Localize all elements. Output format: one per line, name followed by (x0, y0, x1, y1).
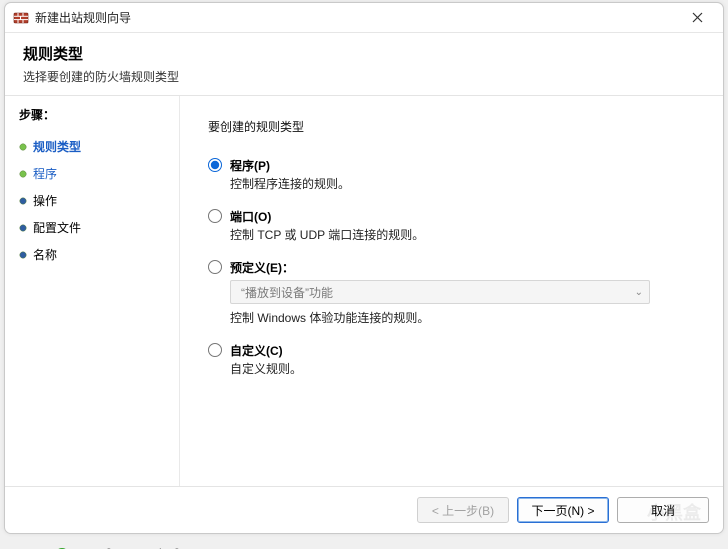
background-app-status-icon (55, 535, 69, 549)
sidebar-step-配置文件: 配置文件 (19, 214, 179, 241)
sidebar-step-label: 规则类型 (33, 138, 81, 155)
rule-type-title: 程序(P) (230, 157, 350, 174)
rule-type-radio-port[interactable] (208, 209, 222, 223)
next-button[interactable]: 下一页(N) > (517, 497, 609, 523)
bullet-icon (19, 143, 27, 151)
rule-type-option-port: 端口(O)控制 TCP 或 UDP 端口连接的规则。 (208, 208, 701, 243)
predefined-select: “播放到设备”功能 ⌄ (230, 280, 650, 304)
rule-type-desc: 控制 TCP 或 UDP 端口连接的规则。 (230, 226, 424, 243)
rule-type-title: 自定义(C) (230, 342, 302, 359)
rule-type-option-custom: 自定义(C)自定义规则。 (208, 342, 701, 377)
bullet-icon (19, 251, 27, 259)
sidebar-step-label: 名称 (33, 246, 57, 263)
steps-title: 步骤： (19, 106, 179, 123)
rule-type-radio-predefined[interactable] (208, 260, 222, 274)
wizard-footer: < 上一步(B) 下一页(N) > 取消 (5, 486, 723, 533)
sidebar-step-规则类型[interactable]: 规则类型 (19, 133, 179, 160)
rule-type-desc: 控制程序连接的规则。 (230, 175, 350, 192)
sidebar-step-label: 程序 (33, 165, 57, 182)
close-button[interactable] (677, 4, 717, 32)
predefined-select-value: “播放到设备”功能 (241, 284, 333, 301)
sidebar-step-程序[interactable]: 程序 (19, 160, 179, 187)
rule-type-option-predefined: 预定义(E)： “播放到设备”功能 ⌄ 控制 Windows 体验功能连接的规则。 (208, 259, 701, 326)
window-title: 新建出站规则向导 (35, 9, 677, 26)
rule-type-title: 端口(O) (230, 208, 424, 225)
wizard-body: 步骤： 规则类型程序操作配置文件名称 要创建的规则类型 程序(P)控制程序连接的… (5, 96, 723, 486)
titlebar: 新建出站规则向导 (5, 3, 723, 33)
rule-type-desc: 控制 Windows 体验功能连接的规则。 (230, 309, 650, 326)
rule-type-radio-custom[interactable] (208, 343, 222, 357)
bullet-icon (19, 197, 27, 205)
wizard-window: 新建出站规则向导 规则类型 选择要创建的防火墙规则类型 步骤： 规则类型程序操作… (4, 2, 724, 534)
cancel-button[interactable]: 取消 (617, 497, 709, 523)
sidebar-step-label: 操作 (33, 192, 57, 209)
rule-type-desc: 自定义规则。 (230, 360, 302, 377)
background-app-name: SunloginDesktopAgent (75, 535, 197, 549)
bullet-icon (19, 224, 27, 232)
chevron-down-icon: ⌄ (635, 287, 643, 298)
sidebar-step-名称: 名称 (19, 241, 179, 268)
background-window-fragment: SunloginDesktopAgent (55, 535, 197, 549)
page-subtitle: 选择要创建的防火墙规则类型 (23, 68, 705, 85)
sidebar-step-操作: 操作 (19, 187, 179, 214)
sidebar-step-label: 配置文件 (33, 219, 81, 236)
wizard-header: 规则类型 选择要创建的防火墙规则类型 (5, 33, 723, 96)
rule-type-title: 预定义(E)： (230, 259, 650, 276)
rule-type-label-predefined: 预定义(E)： “播放到设备”功能 ⌄ 控制 Windows 体验功能连接的规则。 (230, 259, 650, 326)
page-title: 规则类型 (23, 43, 705, 64)
bullet-icon (19, 170, 27, 178)
rule-type-label-port: 端口(O)控制 TCP 或 UDP 端口连接的规则。 (230, 208, 424, 243)
rule-type-label-custom: 自定义(C)自定义规则。 (230, 342, 302, 377)
rule-type-radio-program[interactable] (208, 158, 222, 172)
section-title: 要创建的规则类型 (208, 118, 701, 135)
steps-sidebar: 步骤： 规则类型程序操作配置文件名称 (5, 96, 180, 486)
wizard-content: 要创建的规则类型 程序(P)控制程序连接的规则。端口(O)控制 TCP 或 UD… (180, 96, 723, 486)
close-icon (692, 12, 703, 23)
rule-type-label-program: 程序(P)控制程序连接的规则。 (230, 157, 350, 192)
rule-type-option-program: 程序(P)控制程序连接的规则。 (208, 157, 701, 192)
firewall-wizard-icon (13, 10, 29, 26)
back-button: < 上一步(B) (417, 497, 509, 523)
